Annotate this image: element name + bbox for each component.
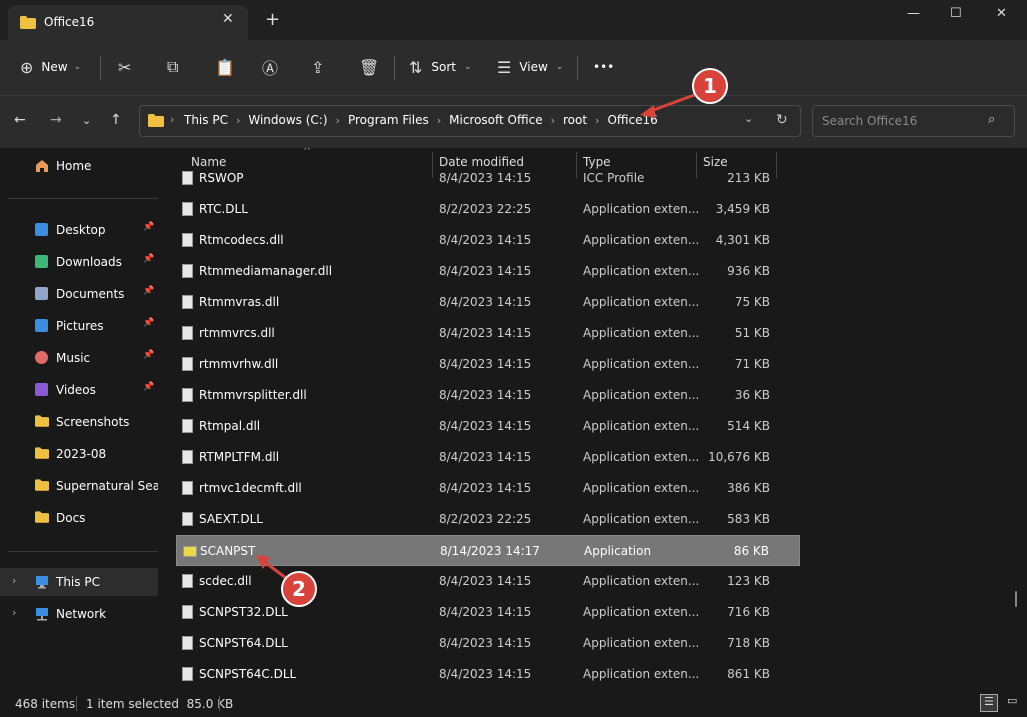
file-explorer-window: Office16 ✕ + — ☐ ✕ ⊕ New ⌄ ✂ ⧉ 📋 Ⓐ ⇪ 🗑 ⇅… — [0, 0, 1027, 717]
annotation-badge-1: 1 — [692, 68, 728, 104]
annotation-arrowhead-2 — [256, 555, 270, 569]
annotation-arrow-1 — [647, 92, 698, 114]
annotation-badge-2: 2 — [281, 571, 317, 607]
annotation-arrows — [256, 92, 698, 580]
annotation-arrowhead-1 — [640, 105, 656, 118]
